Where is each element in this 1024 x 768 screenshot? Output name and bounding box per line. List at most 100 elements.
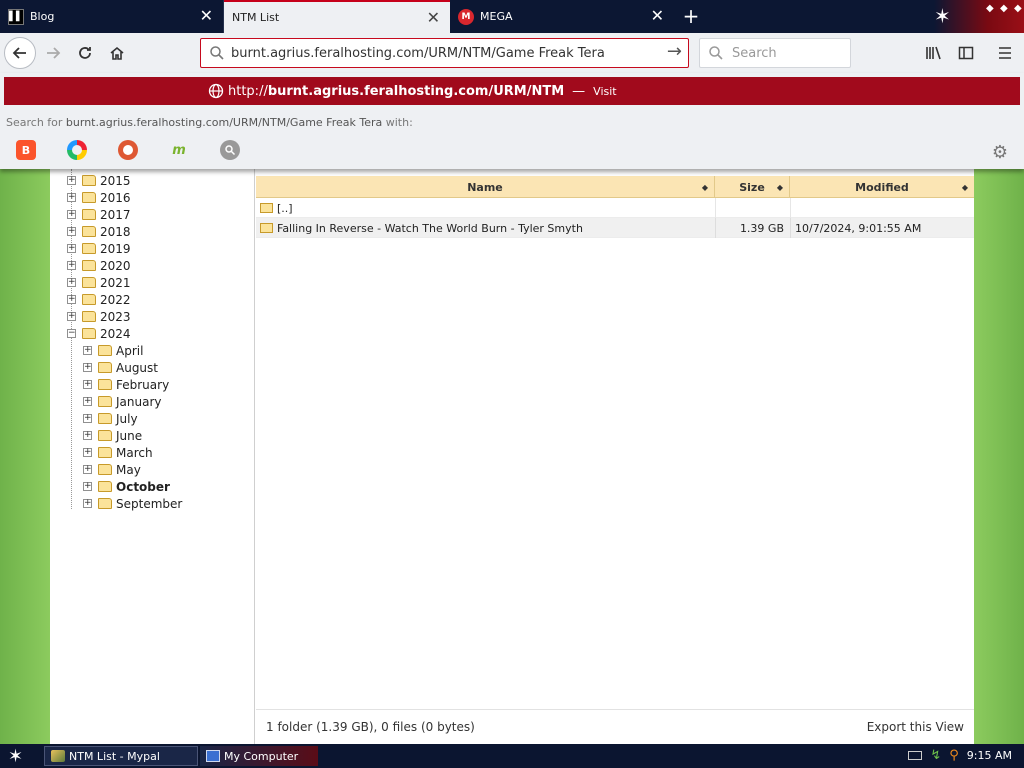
tree-item-label: October: [116, 479, 170, 494]
new-tab-button[interactable]: +: [680, 4, 702, 28]
tree-item-label: 2024: [100, 326, 131, 341]
expand-icon[interactable]: +: [67, 261, 76, 270]
folder-icon: [98, 345, 112, 356]
expand-icon[interactable]: +: [67, 244, 76, 253]
close-window-icon[interactable]: ◆: [1014, 3, 1022, 14]
tree-item-year[interactable]: +2021: [67, 274, 131, 291]
folder-icon: [98, 379, 112, 390]
tree-item-label: September: [116, 496, 183, 511]
window-controls: ✶ ◆ ◆ ◆: [934, 0, 1024, 33]
expand-icon[interactable]: +: [67, 295, 76, 304]
tree-item-month[interactable]: + September: [83, 495, 182, 512]
expand-icon[interactable]: +: [83, 363, 92, 372]
home-button[interactable]: [101, 37, 133, 69]
folder-icon: [82, 277, 96, 288]
expand-icon[interactable]: +: [67, 193, 76, 202]
go-arrow-icon[interactable]: →: [667, 41, 682, 62]
tree-item-year[interactable]: +2022: [67, 291, 131, 308]
reload-button[interactable]: [69, 37, 101, 69]
search-icon[interactable]: ⚲: [949, 748, 959, 763]
tab-ntm-list[interactable]: NTM List ✕: [224, 0, 450, 33]
column-name-header[interactable]: Name ◆: [256, 176, 715, 198]
taskbar-item-ntm-list[interactable]: NTM List - Mypal: [44, 746, 198, 766]
start-button-icon[interactable]: ✶: [8, 746, 23, 767]
brave-icon[interactable]: B: [16, 140, 36, 160]
mojeek-icon[interactable]: m: [169, 140, 189, 160]
tree-item-month[interactable]: + June: [83, 427, 142, 444]
duckduckgo-icon[interactable]: [118, 140, 138, 160]
keyboard-icon[interactable]: [908, 751, 923, 760]
expand-icon[interactable]: +: [83, 465, 92, 474]
status-text: 1 folder (1.39 GB), 0 files (0 bytes): [266, 720, 475, 734]
tree-item-label: 2018: [100, 224, 131, 239]
folder-icon: [82, 294, 96, 305]
search-for-text: Search for burnt.agrius.feralhosting.com…: [6, 116, 413, 129]
column-modified-header[interactable]: Modified ◆: [790, 176, 974, 198]
export-view-link[interactable]: Export this View: [867, 720, 964, 734]
expand-icon[interactable]: +: [67, 210, 76, 219]
qwant-icon[interactable]: [67, 140, 87, 160]
search-engine-icon[interactable]: [220, 140, 240, 160]
folder-icon: [82, 311, 96, 322]
tab-mega[interactable]: M MEGA ✕: [450, 0, 674, 33]
tree-item-month[interactable]: + January: [83, 393, 162, 410]
back-button[interactable]: [4, 37, 36, 69]
system-tray: ↯ ⚲ 9:15 AM: [908, 748, 1012, 763]
expand-icon[interactable]: +: [67, 176, 76, 185]
tree-item-month[interactable]: + May: [83, 461, 141, 478]
tree-item-year[interactable]: +2023: [67, 308, 131, 325]
close-tab-icon[interactable]: ✕: [427, 10, 440, 26]
folder-icon: [82, 175, 96, 186]
expand-icon[interactable]: +: [83, 499, 92, 508]
library-icon[interactable]: [922, 41, 946, 65]
expand-icon[interactable]: +: [83, 380, 92, 389]
expand-icon[interactable]: +: [83, 482, 92, 491]
column-size-header[interactable]: Size ◆: [715, 176, 790, 198]
expand-icon[interactable]: +: [67, 312, 76, 321]
tree-item-year[interactable]: +2020: [67, 257, 131, 274]
expand-icon[interactable]: +: [67, 227, 76, 236]
url-bar[interactable]: burnt.agrius.feralhosting.com/URM/NTM/Ga…: [200, 38, 689, 68]
gear-icon[interactable]: ⚙: [992, 142, 1008, 163]
network-icon[interactable]: ↯: [930, 748, 941, 763]
list-header: Name ◆ Size ◆ Modified ◆: [256, 176, 974, 198]
close-tab-icon[interactable]: ✕: [200, 8, 213, 24]
minimize-icon[interactable]: ◆: [986, 3, 994, 14]
tree-item-year[interactable]: +2015: [67, 172, 131, 189]
expand-icon[interactable]: +: [83, 346, 92, 355]
expand-icon[interactable]: +: [83, 431, 92, 440]
search-input[interactable]: Search: [699, 38, 851, 68]
forward-button[interactable]: [37, 37, 69, 69]
tree-item-year[interactable]: − 2024: [67, 325, 131, 342]
url-text: burnt.agrius.feralhosting.com/URM/NTM/Ga…: [231, 45, 605, 61]
menu-icon[interactable]: [993, 41, 1017, 65]
expand-icon[interactable]: −: [67, 329, 76, 338]
tree-item-month[interactable]: + July: [83, 410, 138, 427]
row-modified-cell: 10/7/2024, 9:01:55 AM: [790, 218, 974, 238]
tree-item-month[interactable]: + October: [83, 478, 170, 495]
tree-item-label: 2022: [100, 292, 131, 307]
taskbar-item-my-computer[interactable]: My Computer: [200, 746, 318, 766]
tab-blog[interactable]: ▌▌ Blog ✕: [0, 0, 224, 33]
tab-bar: ▌▌ Blog ✕ NTM List ✕ M MEGA ✕ + ✶ ◆ ◆ ◆: [0, 0, 1024, 33]
expand-icon[interactable]: +: [83, 448, 92, 457]
tree-item-month[interactable]: + April: [83, 342, 143, 359]
maximize-icon[interactable]: ◆: [1000, 3, 1008, 14]
expand-icon[interactable]: +: [83, 414, 92, 423]
folder-icon: [98, 481, 112, 492]
expand-icon[interactable]: +: [83, 397, 92, 406]
tree-item-month[interactable]: + February: [83, 376, 169, 393]
parent-folder-row[interactable]: [..]: [256, 198, 974, 218]
tree-item-month[interactable]: + August: [83, 359, 158, 376]
tree-item-year[interactable]: +2017: [67, 206, 131, 223]
tree-item-year[interactable]: +2019: [67, 240, 131, 257]
expand-icon[interactable]: +: [67, 278, 76, 287]
table-row[interactable]: Falling In Reverse - Watch The World Bur…: [256, 218, 974, 238]
folder-icon: [82, 260, 96, 271]
close-tab-icon[interactable]: ✕: [651, 8, 664, 24]
tree-item-year[interactable]: +2016: [67, 189, 131, 206]
sidebar-icon[interactable]: [954, 41, 978, 65]
autocomplete-visit-row[interactable]: http://burnt.agrius.feralhosting.com/URM…: [4, 77, 1020, 105]
tree-item-month[interactable]: + March: [83, 444, 153, 461]
tree-item-year[interactable]: +2018: [67, 223, 131, 240]
